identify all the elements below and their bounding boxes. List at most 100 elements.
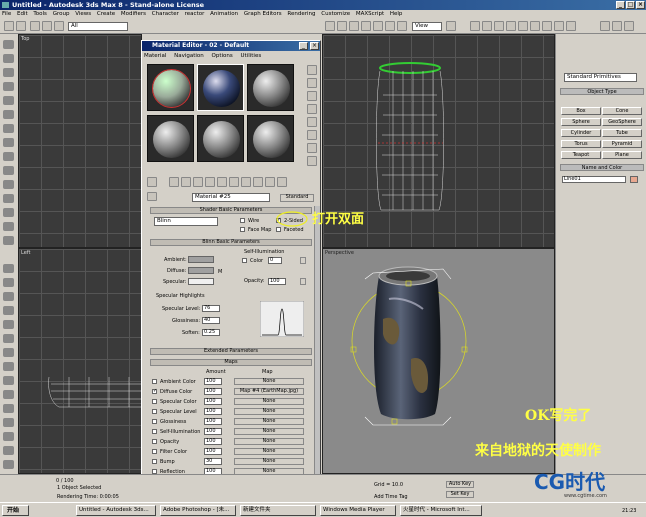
put-to-scene-icon[interactable] <box>169 177 179 187</box>
reset-map-icon[interactable] <box>193 177 203 187</box>
align-icon[interactable] <box>482 21 492 31</box>
map-amount-value[interactable]: 100 <box>204 418 222 425</box>
name-color-rollout[interactable]: Name and Color <box>560 164 644 171</box>
show-map-in-viewport-icon[interactable] <box>241 177 251 187</box>
map-slot-button[interactable]: None <box>234 458 304 465</box>
select-icon[interactable] <box>325 21 335 31</box>
tool-icon[interactable] <box>3 432 14 441</box>
tool-icon[interactable] <box>3 124 14 133</box>
pick-material-icon[interactable] <box>147 192 157 201</box>
layer-manager-icon[interactable] <box>494 21 504 31</box>
object-type-rollout[interactable]: Object Type <box>560 88 644 95</box>
map-enable-checkbox[interactable] <box>152 409 157 414</box>
material-type-button[interactable]: Standard <box>280 194 314 202</box>
tool-icon[interactable] <box>3 166 14 175</box>
selection-filter-dropdown[interactable]: All <box>68 22 128 31</box>
modify-tab-icon[interactable] <box>612 21 622 31</box>
tool-icon[interactable] <box>3 180 14 189</box>
show-end-result-icon[interactable] <box>253 177 263 187</box>
me-menu-navigation[interactable]: Navigation <box>174 53 204 59</box>
menu-edit[interactable]: Edit <box>17 11 28 17</box>
tool-icon[interactable] <box>3 320 14 329</box>
material-slot[interactable] <box>147 115 194 162</box>
auto-key-button[interactable]: Auto Key <box>446 481 474 488</box>
map-enable-checkbox[interactable] <box>152 459 157 464</box>
opacity-map-button[interactable] <box>300 278 306 285</box>
select-by-material-icon[interactable] <box>307 156 317 166</box>
material-slot[interactable] <box>197 115 244 162</box>
create-tab-icon[interactable] <box>600 21 610 31</box>
undo-icon[interactable] <box>4 21 14 31</box>
map-enable-checkbox[interactable]: ✓ <box>152 389 157 394</box>
tool-icon[interactable] <box>3 292 14 301</box>
object-color-swatch[interactable] <box>630 176 638 183</box>
tool-icon[interactable] <box>3 68 14 77</box>
minimize-button[interactable]: _ <box>616 1 625 9</box>
material-name-field[interactable]: Material #25 <box>192 193 270 202</box>
curve-editor-icon[interactable] <box>506 21 516 31</box>
tool-icon[interactable] <box>3 404 14 413</box>
opacity-value[interactable]: 100 <box>268 278 286 285</box>
material-editor-scrollbar[interactable] <box>314 206 320 476</box>
task-3dsmax[interactable]: Untitled - Autodesk 3ds... <box>76 505 156 516</box>
menu-rendering[interactable]: Rendering <box>287 11 315 17</box>
select-by-name-icon[interactable] <box>337 21 347 31</box>
task-new-folder[interactable]: 新建文件夹 <box>240 505 316 516</box>
close-button[interactable]: × <box>636 1 645 9</box>
frame-counter[interactable]: 0 / 100 <box>56 478 74 484</box>
task-ie[interactable]: 火星时代 - Microsoft Int... <box>400 505 482 516</box>
video-color-check-icon[interactable] <box>307 117 317 127</box>
task-photoshop[interactable]: Adobe Photoshop - [未... <box>160 505 236 516</box>
start-button[interactable]: 开始 <box>2 505 29 516</box>
plane-button[interactable]: Plane <box>602 151 642 159</box>
menu-group[interactable]: Group <box>53 11 70 17</box>
menu-reactor[interactable]: reactor <box>185 11 205 17</box>
assign-material-icon[interactable] <box>181 177 191 187</box>
glossiness-value[interactable]: 40 <box>202 317 220 324</box>
map-enable-checkbox[interactable] <box>152 429 157 434</box>
teapot-button[interactable]: Teapot <box>561 151 601 159</box>
map-slot-button[interactable]: None <box>234 378 304 385</box>
me-menu-material[interactable]: Material <box>144 53 166 59</box>
map-slot-button[interactable]: None <box>234 448 304 455</box>
tool-icon[interactable] <box>3 264 14 273</box>
object-name-field[interactable]: Line01 <box>562 176 626 183</box>
background-icon[interactable] <box>307 91 317 101</box>
move-icon[interactable] <box>373 21 383 31</box>
menu-graph-editors[interactable]: Graph Editors <box>244 11 282 17</box>
map-slot-button[interactable]: None <box>234 428 304 435</box>
map-amount-value[interactable]: 100 <box>204 448 222 455</box>
map-slot-button[interactable]: None <box>234 408 304 415</box>
self-illum-color-checkbox[interactable] <box>242 258 247 263</box>
face-map-checkbox[interactable] <box>240 227 245 232</box>
self-illum-value[interactable]: 0 <box>268 257 282 264</box>
viewport-left[interactable]: Left <box>18 248 142 474</box>
menu-help[interactable]: Help <box>390 11 403 17</box>
extended-params-rollout[interactable]: Extended Parameters <box>150 348 312 355</box>
mirror-icon[interactable] <box>470 21 480 31</box>
map-enable-checkbox[interactable] <box>152 419 157 424</box>
menu-tools[interactable]: Tools <box>33 11 47 17</box>
map-amount-value[interactable]: 100 <box>204 408 222 415</box>
maximize-button[interactable]: □ <box>626 1 635 9</box>
pivot-icon[interactable] <box>446 21 456 31</box>
map-amount-value[interactable]: 100 <box>204 438 222 445</box>
torus-button[interactable]: Torus <box>561 140 601 148</box>
menu-maxscript[interactable]: MAXScript <box>356 11 384 17</box>
map-enable-checkbox[interactable] <box>152 379 157 384</box>
go-forward-sibling-icon[interactable] <box>277 177 287 187</box>
schematic-view-icon[interactable] <box>518 21 528 31</box>
map-slot-button[interactable]: Map #4 (EarthMap.jpg) <box>234 388 304 395</box>
tool-icon[interactable] <box>3 306 14 315</box>
sphere-button[interactable]: Sphere <box>561 118 601 126</box>
link-icon[interactable] <box>30 21 40 31</box>
me-menu-options[interactable]: Options <box>212 53 233 59</box>
tool-icon[interactable] <box>3 418 14 427</box>
ref-coord-dropdown[interactable]: View <box>412 22 442 31</box>
cylinder-button[interactable]: Cylinder <box>561 129 601 137</box>
material-effects-channel-icon[interactable] <box>229 177 239 187</box>
tool-icon[interactable] <box>3 446 14 455</box>
material-slot[interactable] <box>247 64 294 111</box>
tool-icon[interactable] <box>3 82 14 91</box>
rotate-icon[interactable] <box>385 21 395 31</box>
